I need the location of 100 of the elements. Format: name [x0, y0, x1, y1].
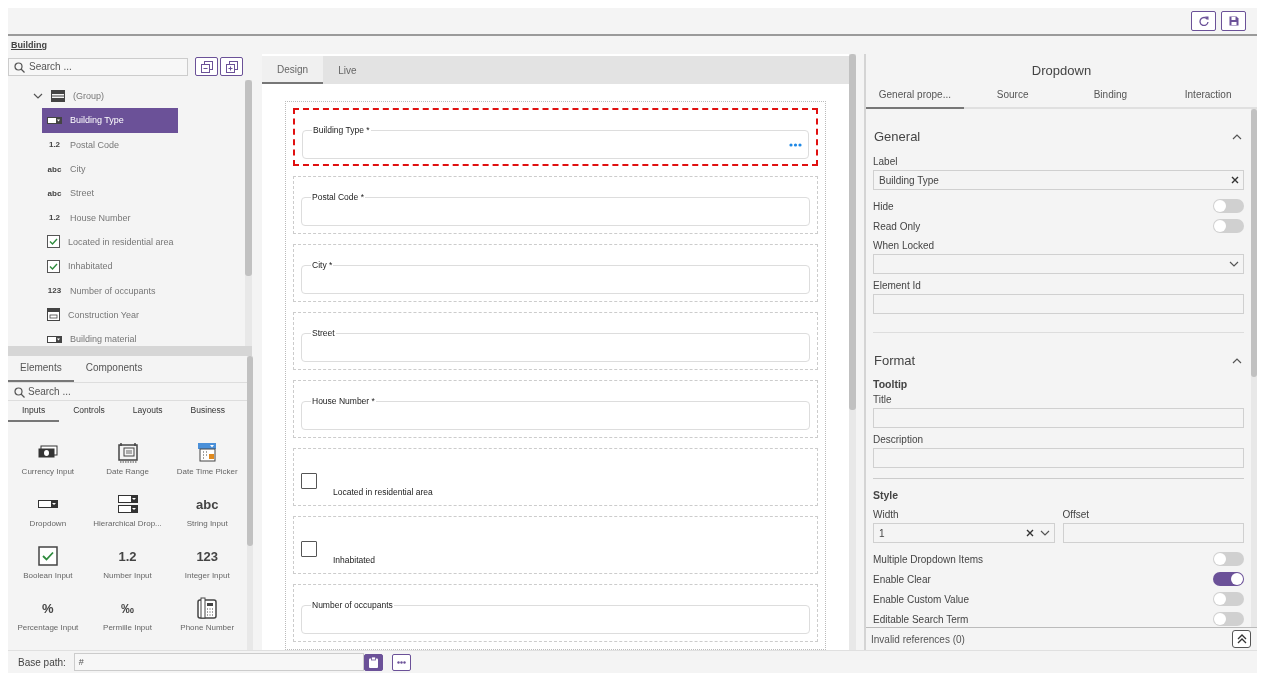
palette-item[interactable]: 1.2 Number Input — [87, 545, 168, 585]
tab[interactable]: Components — [73, 356, 155, 382]
palette-item[interactable]: Date Time Picker — [167, 441, 248, 481]
refresh-button[interactable] — [1191, 11, 1216, 31]
text-field[interactable]: City * — [301, 260, 810, 294]
palette-item[interactable]: Date Range — [87, 441, 168, 481]
double-chevron-up-icon — [1236, 634, 1247, 644]
tab[interactable]: Live — [323, 56, 372, 84]
dropdown-icon — [37, 500, 58, 508]
tab[interactable]: Design — [262, 56, 324, 84]
checkbox[interactable] — [301, 541, 317, 557]
palette-item[interactable]: % Percentage Input — [8, 597, 88, 637]
expand-panel-button[interactable] — [1232, 630, 1251, 648]
toggle-switch[interactable] — [1213, 612, 1244, 626]
search-icon — [14, 387, 25, 398]
text-field[interactable] — [873, 448, 1244, 468]
tree-item[interactable]: Building Type — [42, 108, 178, 133]
text-field[interactable]: House Number * — [301, 396, 810, 430]
calendar-icon — [197, 442, 218, 462]
palette-item[interactable]: ‰ Permille Input — [87, 597, 168, 637]
toggle-switch[interactable] — [1213, 199, 1244, 213]
more-button[interactable] — [391, 653, 411, 671]
tab[interactable]: Binding — [1061, 84, 1160, 107]
tree-item[interactable]: abc City — [42, 156, 245, 182]
stacked-dropdown-icon — [117, 495, 138, 513]
element-frame[interactable]: Street — [293, 312, 818, 370]
group-title: Style — [873, 489, 900, 501]
toggle-switch[interactable] — [1213, 552, 1244, 566]
field-label: Multiple Dropdown Items — [873, 553, 984, 565]
category-tab[interactable]: Inputs — [8, 401, 60, 422]
tab[interactable]: Interaction — [1159, 84, 1257, 107]
field-label: When Locked — [873, 240, 936, 251]
palette-item[interactable]: Currency Input — [8, 441, 88, 481]
text-field[interactable] — [873, 294, 1244, 314]
element-frame[interactable]: House Number * — [293, 380, 818, 438]
checkbox-icon — [47, 235, 60, 249]
calendar-icon — [47, 308, 60, 322]
tree-item[interactable]: 1.2 Postal Code — [42, 132, 245, 157]
tree-item[interactable]: Located in residential area — [42, 229, 245, 255]
palette-item[interactable]: Phone Number — [167, 597, 248, 637]
section-title: Format — [874, 353, 916, 368]
palette-item[interactable]: 123 Integer Input — [167, 545, 248, 585]
selected-element-frame[interactable]: Building Type * — [293, 108, 818, 166]
tree-item[interactable]: abc Street — [42, 181, 245, 206]
tab[interactable]: Source — [963, 84, 1062, 107]
banknote-icon — [37, 445, 58, 459]
save-button[interactable] — [1221, 11, 1246, 31]
text-field[interactable]: Building Type * — [302, 125, 809, 159]
toggle-switch[interactable] — [1213, 592, 1244, 606]
breadcrumb-link[interactable]: Building — [11, 40, 47, 50]
checkbox[interactable] — [301, 473, 317, 489]
category-tab[interactable]: Business — [176, 401, 240, 422]
element-frame[interactable]: Number of occupants — [293, 584, 818, 642]
scrollbar-thumb[interactable] — [1251, 109, 1257, 377]
category-tab[interactable]: Controls — [59, 401, 119, 422]
tree-item[interactable]: Building material — [42, 326, 245, 346]
collapse-icon — [200, 60, 213, 73]
search-field[interactable]: Search ... — [8, 57, 188, 76]
dropdown-field[interactable]: 1 — [873, 523, 1055, 543]
palette-item[interactable]: Boolean Input — [8, 545, 88, 585]
text-field[interactable]: # — [73, 653, 364, 671]
palette-item[interactable]: Hierarchical Drop... — [87, 493, 168, 533]
toggle-switch[interactable] — [1213, 572, 1244, 586]
element-frame[interactable]: City * — [293, 244, 818, 302]
chevron-icon — [1229, 261, 1239, 267]
tree-item[interactable]: Inhabitated — [42, 254, 245, 279]
tab[interactable]: Elements — [8, 356, 74, 382]
search-field[interactable]: Search ... — [8, 383, 248, 401]
scrollbar-thumb[interactable] — [849, 54, 856, 410]
more-icon — [789, 143, 802, 147]
element-frame[interactable]: Located in residential area — [293, 448, 818, 506]
text-field[interactable]: Number of occupants — [301, 600, 810, 634]
type-icon: 123 — [196, 548, 219, 564]
text-field[interactable] — [1062, 523, 1244, 543]
splitter[interactable] — [8, 346, 252, 356]
tab[interactable]: General prope... — [866, 84, 964, 109]
scrollbar-thumb[interactable] — [247, 356, 254, 546]
refresh-icon — [1198, 16, 1209, 26]
text-field[interactable] — [873, 408, 1244, 428]
scrollbar-thumb[interactable] — [245, 80, 252, 276]
palette-item[interactable]: abc String Input — [167, 493, 248, 533]
text-field[interactable]: Postal Code * — [301, 192, 810, 226]
field-label: Label — [873, 156, 899, 167]
tree-item[interactable]: 123 Number of occupants — [42, 278, 245, 303]
tree-item[interactable]: Construction Year — [42, 302, 245, 327]
tree-item[interactable]: 1.2 House Number — [42, 205, 245, 230]
toggle-switch[interactable] — [1213, 219, 1244, 233]
dropdown-field[interactable] — [873, 254, 1244, 274]
collapse-all-button[interactable] — [195, 57, 218, 76]
expand-all-button[interactable] — [220, 57, 243, 76]
text-field[interactable]: Street — [301, 328, 810, 362]
palette-item[interactable]: Dropdown — [8, 493, 88, 533]
field-label: Offset — [1062, 509, 1090, 520]
field-label: Enable Custom Value — [873, 593, 969, 605]
element-frame[interactable]: Inhabitated — [293, 516, 818, 574]
category-tab[interactable]: Layouts — [118, 401, 177, 422]
checkbox-label: Inhabitated — [333, 555, 376, 565]
tree-item[interactable]: (Group) — [28, 84, 245, 109]
text-field[interactable]: Building Type — [873, 170, 1244, 190]
element-frame[interactable]: Postal Code * — [293, 176, 818, 234]
